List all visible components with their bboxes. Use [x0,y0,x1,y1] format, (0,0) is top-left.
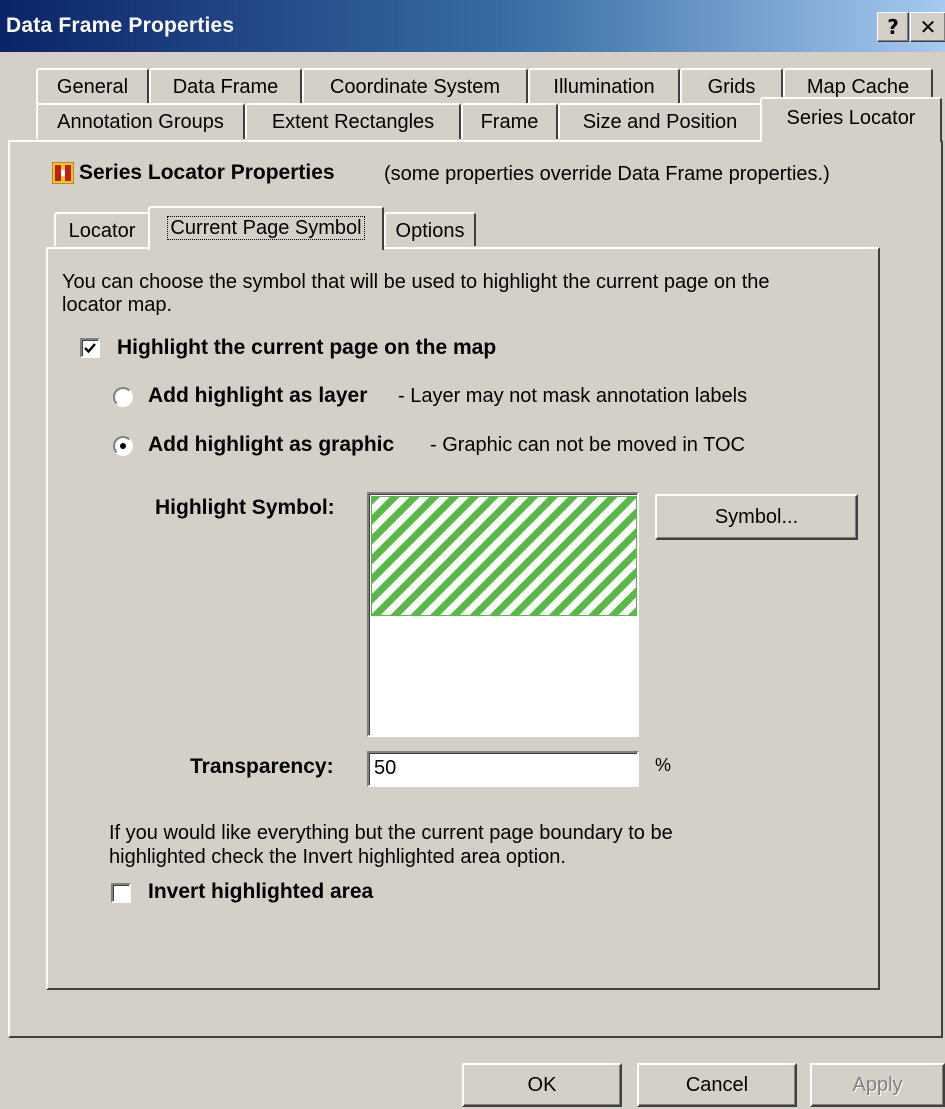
layer-radio[interactable] [113,387,133,407]
intro-text-line1: You can choose the symbol that will be u… [62,271,770,293]
subtab-current-page-symbol[interactable]: Current Page Symbol [148,206,384,250]
checkmark-icon [84,343,96,354]
radio-selected-dot [120,443,126,449]
symbol-preview[interactable] [367,492,639,737]
layer-option-label[interactable]: Add highlight as layer [148,384,367,408]
tab-data-frame[interactable]: Data Frame [149,68,302,104]
subtab-options[interactable]: Options [384,212,476,246]
layer-option-desc: - Layer may not mask annotation labels [398,385,748,407]
hatch-fill-swatch [371,496,637,616]
graphic-option-label[interactable]: Add highlight as graphic [148,433,394,457]
ok-button[interactable]: OK [462,1063,622,1107]
invert-label[interactable]: Invert highlighted area [148,880,373,904]
window-title: Data Frame Properties [6,14,235,37]
tab-coordinate-system[interactable]: Coordinate System [302,68,528,104]
tab-general[interactable]: General [36,68,149,104]
series-locator-note: (some properties override Data Frame pro… [384,163,830,185]
help-button[interactable]: ? [877,12,909,42]
transparency-label: Transparency: [190,755,334,778]
percent-unit: % [655,755,672,775]
invert-note-line2: highlighted check the Invert highlighted… [109,846,566,868]
graphic-radio[interactable] [113,436,133,456]
subtab-locator[interactable]: Locator [54,212,150,246]
invert-note-line1: If you would like everything but the cur… [109,822,673,844]
intro-text-line2: locator map. [62,294,173,316]
tab-illumination[interactable]: Illumination [528,68,680,104]
highlight-label[interactable]: Highlight the current page on the map [117,336,496,360]
close-icon: ✕ [919,15,937,39]
series-locator-heading: Series Locator Properties [79,161,335,184]
help-icon: ? [887,15,899,39]
transparency-input[interactable]: 50 [367,751,639,787]
tab-frame[interactable]: Frame [461,103,558,139]
tab-series-locator[interactable]: Series Locator [760,97,942,142]
symbol-button[interactable]: Symbol... [655,494,858,540]
series-locator-icon [51,161,75,185]
highlight-checkbox[interactable] [80,338,100,358]
tab-annotation-groups[interactable]: Annotation Groups [36,103,245,139]
tab-extent-rectangles[interactable]: Extent Rectangles [245,103,461,139]
graphic-option-desc: - Graphic can not be moved in TOC [430,434,745,456]
title-bar: Data Frame Properties ? ✕ [0,0,945,52]
invert-checkbox[interactable] [111,883,131,903]
close-button[interactable]: ✕ [910,12,945,42]
tab-size-and-position[interactable]: Size and Position [558,103,762,139]
apply-button[interactable]: Apply [810,1063,945,1107]
cancel-button[interactable]: Cancel [637,1063,797,1107]
symbol-label: Highlight Symbol: [155,496,335,519]
